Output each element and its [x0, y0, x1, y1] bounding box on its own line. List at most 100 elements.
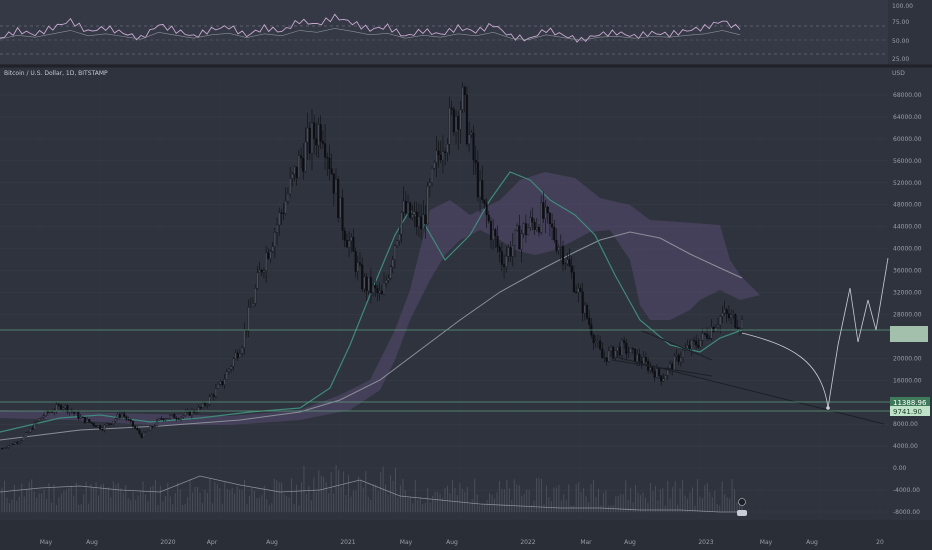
candle-body	[413, 211, 416, 215]
candle-body	[293, 166, 296, 175]
candle-body	[695, 340, 698, 346]
candle-body	[402, 200, 405, 213]
candle-body	[363, 276, 366, 290]
candle-body	[171, 414, 174, 416]
candle-body	[498, 247, 501, 252]
candle-body	[3, 447, 6, 449]
candle-body	[90, 422, 93, 424]
candle-body	[151, 426, 154, 428]
candle-body	[343, 230, 346, 241]
candle-body	[736, 327, 739, 329]
candle-body	[201, 403, 204, 408]
candle-body	[177, 418, 180, 420]
candle-body	[206, 404, 209, 406]
candle-body	[273, 232, 276, 247]
price-tag-upper: 11388.96	[890, 397, 930, 407]
candle-body	[579, 288, 582, 292]
price-tick-label: 20000.00	[893, 355, 922, 362]
candle-body	[116, 414, 119, 419]
candle-body	[337, 179, 340, 218]
candle-body	[232, 358, 235, 367]
price-tick-label: 68000.00	[893, 92, 922, 99]
candle-body	[86, 419, 89, 423]
candle-body	[262, 270, 265, 273]
candle-body	[566, 259, 569, 264]
candle-body	[129, 419, 132, 422]
candle-body	[9, 443, 12, 446]
candle-body	[712, 326, 715, 332]
candle-body	[391, 259, 394, 268]
candle-body	[570, 265, 573, 273]
candle-body	[740, 319, 744, 329]
candle-body	[481, 180, 484, 200]
candle-body	[730, 314, 733, 319]
price-tag-upper-text: 11388.96	[893, 399, 927, 407]
time-tick-label: May	[400, 539, 413, 546]
candle-body	[24, 432, 28, 437]
candle-body	[607, 350, 610, 362]
candle-body	[188, 410, 191, 416]
price-tick-label: 56000.00	[893, 158, 922, 165]
candle-body	[160, 418, 163, 420]
candle-body	[675, 354, 678, 357]
candle-body	[651, 367, 654, 372]
candle-body	[0, 448, 4, 450]
candle-body	[492, 229, 495, 240]
candle-body	[424, 214, 427, 224]
candle-body	[223, 379, 226, 385]
candle-body	[297, 155, 300, 178]
candle-body	[72, 411, 76, 414]
candle-body	[88, 419, 91, 423]
candle-body	[500, 251, 503, 265]
candle-body	[522, 223, 525, 234]
candle-body	[505, 256, 508, 268]
candle-body	[260, 269, 263, 273]
candle-body	[295, 166, 298, 178]
price-tick-label: 8000.00	[893, 421, 918, 428]
candle-body	[409, 202, 412, 218]
candle-body	[75, 412, 78, 414]
candle-body	[179, 416, 183, 420]
candle-body	[398, 233, 401, 242]
candle-body	[551, 223, 554, 228]
candle-body	[164, 418, 167, 421]
candle-body	[603, 357, 606, 359]
candle-body	[64, 405, 67, 409]
candle-body	[537, 227, 541, 233]
candle-body	[710, 326, 713, 339]
candle-body	[345, 240, 348, 248]
candle-body	[118, 414, 121, 418]
candle-body	[55, 404, 58, 411]
candle-body	[105, 423, 108, 426]
candle-body	[269, 251, 272, 259]
candle-body	[166, 418, 169, 420]
price-tag-lower-text: 9741.90	[893, 408, 922, 416]
candle-body	[697, 345, 700, 348]
candle-body	[374, 284, 377, 289]
event-marker-badge[interactable]	[737, 510, 747, 516]
candle-body	[721, 312, 724, 317]
chart-background	[0, 0, 932, 550]
candle-body	[389, 266, 392, 279]
candle-body	[631, 348, 634, 350]
candle-body	[175, 418, 178, 420]
candle-body	[461, 87, 464, 110]
candle-body	[653, 371, 656, 378]
rsi-panel: 100.00 75.00 50.00 25.00	[0, 0, 913, 64]
chart-canvas: 100.00 75.00 50.00 25.00 Bitcoin / U.S. Dol…	[0, 0, 932, 550]
candle-body	[245, 330, 248, 332]
candle-body	[59, 404, 62, 410]
candle-body	[35, 421, 38, 423]
candle-body	[660, 375, 663, 382]
candle-body	[238, 353, 241, 358]
candle-body	[376, 288, 379, 294]
candle-body	[444, 151, 447, 154]
rsi-tick-label: 100.00	[892, 3, 913, 10]
candle-body	[123, 413, 126, 417]
time-tick-label: 2023	[698, 539, 713, 546]
candle-body	[256, 272, 259, 289]
event-marker-icon[interactable]	[738, 498, 746, 506]
price-tick-label: 32000.00	[893, 290, 922, 297]
time-tick-label: Apr	[207, 539, 218, 546]
candle-body	[489, 221, 493, 240]
